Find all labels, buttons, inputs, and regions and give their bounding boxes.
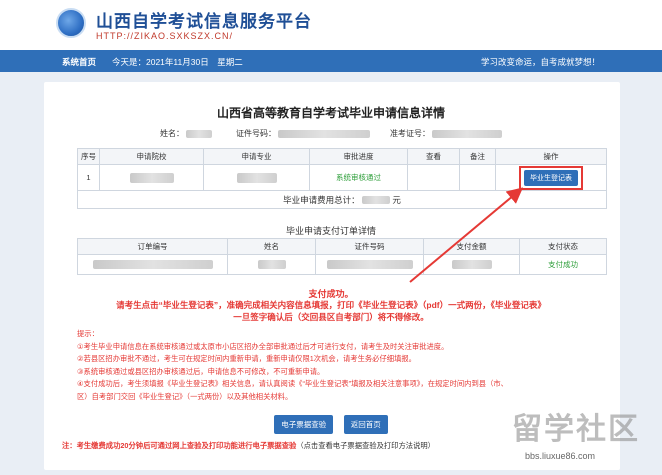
major-cell [203,164,310,191]
order-id-no-redacted [326,260,413,270]
watermark-sub: bbs.liuxue86.com [525,451,596,461]
row-index: 1 [77,164,100,191]
order-id-cell [77,254,228,275]
ticket-redacted [432,129,503,138]
highlight-box: 毕业生登记表 [519,165,583,190]
table-row: 1 系统审核通过 毕业生登记表 [77,164,607,191]
col-header: 支付金额 [423,238,520,255]
site-header: 山西自学考试信息服务平台 HTTP://ZIKAO.SXKSZX.CN/ [0,0,662,50]
school-redacted [129,172,174,183]
col-header: 订单编号 [77,238,228,255]
tip-item: ①考生毕业申请信息在系统审核通过或太原市小店区招办全部审批通过后才可进行支付，请… [77,341,449,351]
invoice-check-button[interactable]: 电子票据查验 [274,415,334,434]
watermark: 留学社区 [512,413,640,446]
fee-row: 毕业申请费用总计： 元 [77,190,607,209]
ticket-info: 准考证号： [390,128,503,139]
tip-item: ④支付成功后，考生须填报《毕业生登记表》相关信息，请认真阅读《“毕业生登记表”填… [77,379,508,388]
graduate-register-button[interactable]: 毕业生登记表 [524,169,578,186]
view-cell [407,164,460,191]
order-table: 订单编号 姓名 证件号码 支付金额 支付状态 支付成功 [77,238,607,275]
name-redacted [186,129,213,138]
order-name-redacted [257,260,286,270]
col-header: 姓名 [227,238,316,255]
school-cell [99,164,204,191]
ticket-label: 准考证号： [390,129,430,138]
page-title: 山西省高等教育自学考试毕业申请信息详情 [216,106,445,120]
col-header: 操作 [495,148,607,165]
col-header: 申请院校 [99,148,204,165]
application-table: 序号 申请院校 申请专业 审批进度 查看 备注 操作 1 系统审核通过 毕业生登… [77,148,607,209]
bottom-note: 注：考生缴费成功20分钟后可通过网上查验及打印功能进行电子票据查验（点击查看电子… [62,441,435,451]
id-redacted [278,129,371,138]
navbar: 系统首页 今天是：2021年11月30日 星期二 学习改变命运，自考成就梦想！ [0,50,662,72]
name-label: 姓名： [160,129,184,138]
nav-home-link[interactable]: 系统首页 [62,56,96,68]
fee-unit: 元 [392,194,401,205]
instruction-line-1: 请考生点击“毕业生登记表”，准确完成相关内容信息填报，打印《毕业生登记表》（pd… [116,300,546,310]
tips-block: 提示： ①考生毕业申请信息在系统审核通过或太原市小店区招办全部审批通过后才可进行… [77,328,607,403]
col-header: 证件号码 [315,238,424,255]
order-id-redacted [92,260,213,270]
col-header: 备注 [459,148,496,165]
nav-slogan: 学习改变命运，自考成就梦想！ [480,57,600,67]
progress-status: 系统审核通过 [309,164,408,191]
instruction-line-2: 一旦签字确认后（交回县区自考部门）将不得修改。 [233,312,429,322]
tip-item: 区）自考部门交回《毕业生登记》（一式两份）以及其他相关材料。 [77,391,293,401]
order-amount-cell [423,254,520,275]
col-header: 支付状态 [519,238,607,255]
invoice-help-link[interactable]: （点击查看电子票据查验及打印方法说明） [296,441,435,450]
id-info: 证件号码： [236,128,371,139]
remark-cell [459,164,496,191]
note-text: 注：考生缴费成功20分钟后可通过网上查验及打印功能进行电子票据查验 [62,441,297,450]
table-header-row: 序号 申请院校 申请专业 审批进度 查看 备注 操作 [77,148,607,165]
fee-redacted [362,196,390,205]
site-title: 山西自学考试信息服务平台 [96,12,312,31]
id-label: 证件号码： [236,129,276,138]
tip-item: ③系统审核通过或县区招办审核通过后，申请信息不可修改，不可重新申请。 [77,366,325,376]
col-header: 审批进度 [309,148,408,165]
site-url: HTTP://ZIKAO.SXKSZX.CN/ [96,31,234,41]
table-header-row: 订单编号 姓名 证件号码 支付金额 支付状态 [77,238,607,255]
tip-item: ②若县区招办审批不通过，考生可在规定时间内重新申请，重新申请仅限1次机会，请考生… [77,354,416,363]
name-info: 姓名： [160,128,213,139]
nav-date: 今天是：2021年11月30日 星期二 [112,57,243,67]
site-logo-icon [56,8,86,38]
order-name-cell [227,254,316,275]
col-header: 序号 [77,148,100,165]
table-row: 支付成功 [77,254,607,275]
action-cell: 毕业生登记表 [495,164,607,191]
fee-label: 毕业申请费用总计： [283,194,360,205]
tips-heading: 提示： [77,329,99,338]
back-home-button[interactable]: 返回首页 [343,415,388,434]
col-header: 查看 [407,148,460,165]
col-header: 申请专业 [203,148,310,165]
fee-cell: 毕业申请费用总计： 元 [77,190,607,209]
major-redacted [236,172,277,183]
order-table-title: 毕业申请支付订单详情 [285,226,376,236]
order-amount-redacted [451,260,492,270]
order-id-no-cell [315,254,424,275]
payment-status: 支付成功 [519,254,607,275]
